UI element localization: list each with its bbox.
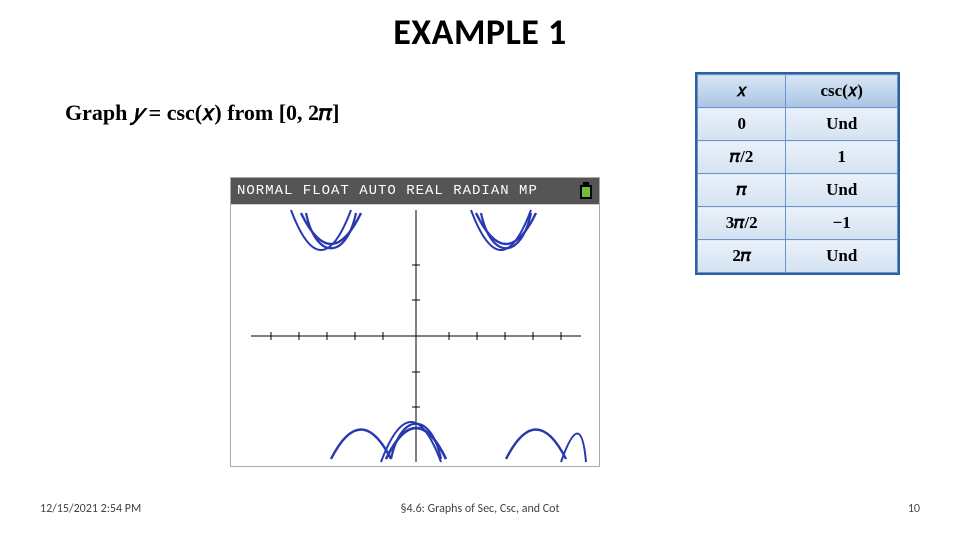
prompt-lhs: 𝑦 bbox=[133, 100, 143, 125]
cell-x: 𝜋 bbox=[698, 174, 786, 207]
calculator-screenshot: NORMAL FLOAT AUTO REAL RADIAN MP bbox=[230, 177, 600, 467]
calc-mode-line: NORMAL FLOAT AUTO REAL RADIAN MP bbox=[231, 178, 599, 204]
footer-section: §4.6: Graphs of Sec, Csc, and Cot bbox=[40, 502, 920, 516]
battery-icon bbox=[579, 182, 593, 200]
slide-title: EXAMPLE 1 bbox=[0, 10, 960, 54]
cell-fx: Und bbox=[786, 108, 898, 141]
table-row: 𝜋 Und bbox=[698, 174, 898, 207]
prompt-eq: = bbox=[149, 100, 167, 125]
slide-footer: 12/15/2021 2:54 PM §4.6: Graphs of Sec, … bbox=[40, 502, 920, 522]
cell-fx: Und bbox=[786, 240, 898, 273]
prompt-domain: [0, 2𝜋] bbox=[279, 100, 340, 125]
table-row: 0 Und bbox=[698, 108, 898, 141]
calc-graph-area bbox=[231, 204, 599, 466]
cell-fx: Und bbox=[786, 174, 898, 207]
calc-mode-text: NORMAL FLOAT AUTO REAL RADIAN MP bbox=[237, 183, 538, 199]
cell-fx: −1 bbox=[786, 207, 898, 240]
csc-graph bbox=[231, 205, 601, 467]
col-header-x: 𝑥 bbox=[698, 75, 786, 108]
example-prompt: Graph 𝑦 = csc(𝑥) from [0, 2𝜋] bbox=[65, 100, 339, 126]
cell-fx: 1 bbox=[786, 141, 898, 174]
prompt-pre: Graph bbox=[65, 100, 133, 125]
table-row: 𝜋/2 1 bbox=[698, 141, 898, 174]
slide-number: 10 bbox=[908, 502, 920, 516]
col-header-fx: csc(𝑥) bbox=[786, 75, 898, 108]
prompt-mid: from bbox=[227, 100, 279, 125]
value-table: 𝑥 csc(𝑥) 0 Und 𝜋/2 1 𝜋 Und 3𝜋/2 −1 bbox=[695, 72, 900, 275]
cell-x: 2𝜋 bbox=[698, 240, 786, 273]
cell-x: 𝜋/2 bbox=[698, 141, 786, 174]
cell-x: 0 bbox=[698, 108, 786, 141]
cell-x: 3𝜋/2 bbox=[698, 207, 786, 240]
table-row: 2𝜋 Und bbox=[698, 240, 898, 273]
prompt-rhs: csc(𝑥) bbox=[167, 100, 222, 125]
table-row: 3𝜋/2 −1 bbox=[698, 207, 898, 240]
